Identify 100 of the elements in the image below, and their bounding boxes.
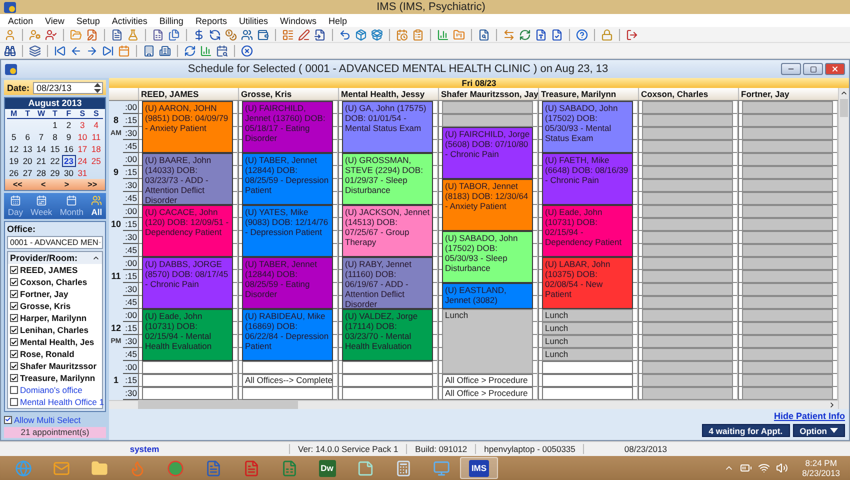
checkbox[interactable] bbox=[10, 326, 18, 334]
minimize-button[interactable] bbox=[781, 63, 801, 75]
clock[interactable]: 8:24 PM 8/23/2013 bbox=[802, 458, 840, 478]
calendar-day[interactable]: 13 bbox=[20, 143, 34, 156]
open-package-icon[interactable] bbox=[371, 28, 383, 40]
calendar-day[interactable]: 18 bbox=[89, 143, 103, 156]
menu-item[interactable]: Utilities bbox=[232, 16, 274, 26]
menu-item[interactable]: Action bbox=[2, 16, 40, 26]
provider-column-header[interactable]: Treasure, Marilynn bbox=[538, 88, 638, 100]
blocked-slot[interactable] bbox=[642, 322, 733, 335]
provider-column-header[interactable]: Shafer Mauritzsson, Jay bbox=[438, 88, 538, 100]
battery-icon[interactable] bbox=[740, 462, 752, 474]
blocked-slot[interactable] bbox=[442, 114, 533, 127]
checkbox[interactable] bbox=[10, 374, 18, 382]
checkbox[interactable] bbox=[10, 350, 18, 358]
blocked-slot[interactable] bbox=[742, 374, 833, 387]
provider-item[interactable]: REED, JAMES bbox=[8, 264, 102, 276]
date-field[interactable]: 08/23/13 bbox=[32, 82, 103, 94]
calendar-day[interactable]: 14 bbox=[34, 143, 48, 156]
appointment-block[interactable]: (U) FAIRCHILD, Jorge (5608) DOB: 07/10/80 - Chronic Pain bbox=[442, 127, 533, 179]
provider-item[interactable]: Shafer Mauritzssor bbox=[8, 360, 102, 372]
office-dropdown[interactable]: 0001 - ADVANCED MEN bbox=[7, 236, 103, 250]
open-slot[interactable] bbox=[542, 387, 633, 400]
provider-item[interactable]: Treasure, Marilynn bbox=[8, 372, 102, 384]
signature-icon[interactable] bbox=[298, 28, 310, 40]
option-button[interactable]: Option bbox=[792, 424, 845, 437]
restore-button[interactable] bbox=[803, 63, 823, 75]
blocked-slot[interactable] bbox=[642, 101, 733, 114]
blocked-slot[interactable] bbox=[642, 296, 733, 309]
checked-document-icon[interactable] bbox=[551, 28, 563, 40]
blocked-slot[interactable] bbox=[642, 205, 733, 218]
folder-icon[interactable] bbox=[70, 28, 82, 40]
provider-column-header[interactable]: REED, JAMES bbox=[138, 88, 238, 100]
menu-item[interactable]: Activities bbox=[106, 16, 154, 26]
calendar-day[interactable]: 11 bbox=[89, 131, 103, 144]
open-slot[interactable] bbox=[342, 387, 433, 400]
blocked-slot[interactable] bbox=[642, 283, 733, 296]
wallet-icon[interactable] bbox=[257, 28, 269, 40]
person-icon[interactable] bbox=[4, 28, 16, 40]
calendar-day[interactable]: 19 bbox=[7, 155, 21, 168]
calendar-day[interactable]: 15 bbox=[48, 143, 62, 156]
open-slot[interactable] bbox=[242, 361, 333, 374]
open-slot[interactable] bbox=[542, 374, 633, 387]
person-gear-icon[interactable] bbox=[29, 28, 41, 40]
blocked-slot[interactable] bbox=[742, 114, 833, 127]
appointment-block[interactable]: (U) RABY, Jennet (11160) DOB: 06/19/67 - ADD - Attention Deflict Disorder bbox=[342, 257, 433, 309]
checkbox[interactable] bbox=[10, 398, 18, 406]
list-icon[interactable] bbox=[282, 28, 294, 40]
calendar-day[interactable]: 31 bbox=[76, 167, 90, 180]
menu-item[interactable]: View bbox=[39, 16, 70, 26]
blocked-slot[interactable] bbox=[742, 166, 833, 179]
layers-icon[interactable] bbox=[29, 44, 41, 56]
provider-item[interactable]: Fortner, Jay bbox=[8, 288, 102, 300]
checkbox[interactable] bbox=[10, 290, 18, 298]
open-slot[interactable] bbox=[142, 361, 233, 374]
chart-icon[interactable] bbox=[437, 28, 449, 40]
blocked-slot[interactable] bbox=[742, 218, 833, 231]
checkbox[interactable] bbox=[10, 386, 18, 394]
appointment-block[interactable]: (U) YATES, Mike (9083) DOB: 12/14/76 - Depression Patient bbox=[242, 205, 333, 257]
blocked-slot[interactable] bbox=[642, 348, 733, 361]
provider-column-header[interactable]: Mental Health, Jessy bbox=[338, 88, 438, 100]
provider-item[interactable]: Lenihan, Charles bbox=[8, 324, 102, 336]
edit-document-icon[interactable] bbox=[86, 28, 98, 40]
checkbox[interactable] bbox=[4, 416, 12, 424]
blocked-slot[interactable] bbox=[642, 257, 733, 270]
chart-icon[interactable] bbox=[200, 44, 212, 56]
schedule-note[interactable]: All Offices--> Complete bbox=[242, 374, 333, 387]
schedule-note[interactable]: All Office > Procedure bbox=[442, 387, 533, 400]
dollar-icon[interactable] bbox=[193, 28, 205, 40]
calendar-day[interactable]: 30 bbox=[62, 167, 76, 180]
calendar-day[interactable]: 1 bbox=[48, 119, 62, 132]
back-icon[interactable] bbox=[70, 44, 82, 56]
blocked-slot[interactable] bbox=[742, 192, 833, 205]
appointment-block[interactable]: (U) RABIDEAU, Mike (16869) DOB: 06/22/84 - Depression Patient bbox=[242, 309, 333, 361]
appointment-block[interactable]: (U) TABER, Jennet (12844) DOB: 08/25/59 - Depression Patient bbox=[242, 153, 333, 205]
calendar-day[interactable]: 3 bbox=[76, 119, 90, 132]
provider-item[interactable]: Domiano's office bbox=[8, 384, 102, 396]
calendar-nav[interactable]: < bbox=[39, 179, 48, 190]
calendar-day[interactable]: 21 bbox=[34, 155, 48, 168]
blocked-slot[interactable] bbox=[742, 335, 833, 348]
calendar-day[interactable]: 26 bbox=[7, 167, 21, 180]
view-tab[interactable]: All bbox=[91, 195, 102, 218]
documents-icon[interactable] bbox=[168, 28, 180, 40]
blocked-slot[interactable] bbox=[642, 335, 733, 348]
spinner-icon[interactable] bbox=[94, 82, 101, 93]
calendar-day[interactable]: 9 bbox=[62, 131, 76, 144]
calendar-day[interactable]: 6 bbox=[20, 131, 34, 144]
appointment-block[interactable]: (U) VALDEZ, Jorge (17114) DOB: 03/23/70 - Mental Health Evaluation bbox=[342, 309, 433, 361]
waiting-button[interactable]: 4 waiting for Appt. bbox=[702, 424, 790, 437]
menu-item[interactable]: Setup bbox=[70, 16, 106, 26]
open-slot[interactable] bbox=[142, 374, 233, 387]
exit-icon[interactable] bbox=[626, 28, 638, 40]
appointment-block[interactable]: (U) DABBS, JORGE (8570) DOB: 08/17/45 - Chronic Pain bbox=[142, 257, 233, 309]
scroll-thumb[interactable] bbox=[840, 99, 848, 117]
calendar-day[interactable]: 22 bbox=[48, 155, 62, 168]
refresh-icon[interactable] bbox=[209, 28, 221, 40]
provider-item[interactable]: Mental Health Office 1 bbox=[8, 396, 102, 408]
calendar-day[interactable]: 5 bbox=[7, 131, 21, 144]
appointment-block[interactable]: (U) GROSSMAN, STEVE (2294) DOB: 01/29/37 - Sleep Disturbance bbox=[342, 153, 433, 205]
coins-icon[interactable] bbox=[225, 28, 237, 40]
